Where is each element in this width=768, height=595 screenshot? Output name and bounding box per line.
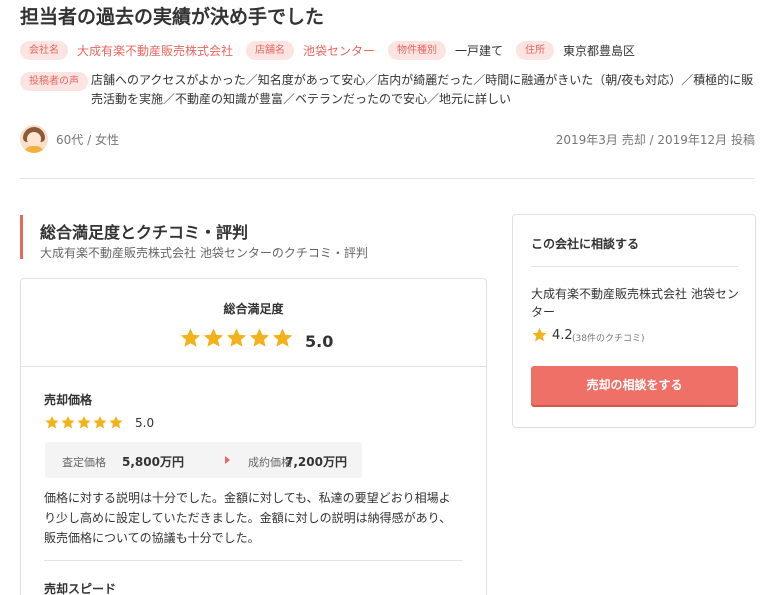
sidebar-company-name[interactable]: 大成有楽不動産販売株式会社 池袋センター xyxy=(531,285,746,321)
section-subtitle: 大成有楽不動産販売株式会社 池袋センターのクチコミ・評判 xyxy=(40,246,368,260)
contract-price-value: 7,200万円 xyxy=(285,455,347,469)
section-accent-bar xyxy=(20,215,23,259)
section-title: 総合満足度とクチコミ・評判 xyxy=(40,223,249,242)
star-icon xyxy=(272,328,293,347)
store-link[interactable]: 池袋センター xyxy=(303,42,375,59)
star-icon xyxy=(203,328,224,347)
star-icon xyxy=(93,415,107,429)
store-tag: 店舗名 xyxy=(246,40,295,60)
sidebar-title: この会社に相談する xyxy=(531,237,640,251)
price-comparison-box: 査定価格 5,800万円 成約価格 7,200万円 xyxy=(45,442,362,478)
posted-date: 2019年3月 売却 / 2019年12月 投稿 xyxy=(555,133,755,147)
avatar xyxy=(20,125,48,153)
poster-voice-tag: 投稿者の声 xyxy=(20,72,88,91)
star-icon xyxy=(532,328,547,342)
star-icon xyxy=(109,415,123,429)
poster-voice-text: 店舗へのアクセスがよかった／知名度があって安心／店内が綺麗だった／時間に融通がき… xyxy=(91,73,754,106)
consult-sale-button[interactable]: 売却の相談をする xyxy=(531,366,738,405)
divider xyxy=(20,178,755,179)
property-type-value: 一戸建て xyxy=(455,43,504,58)
sale-price-star-rating xyxy=(44,415,124,430)
address-tag: 住所 xyxy=(516,40,555,60)
overall-star-rating xyxy=(179,327,294,349)
assessed-price-label: 査定価格 xyxy=(62,456,106,469)
sale-price-description: 価格に対する説明は十分でした。金額に対しても、私達の要望どおり相場より少し高めに… xyxy=(44,491,452,545)
sale-price-score: 5.0 xyxy=(135,416,155,430)
page-title: 担当者の過去の実績が決め手でした xyxy=(20,6,325,28)
company-link[interactable]: 大成有楽不動産販売株式会社 xyxy=(77,42,233,59)
sale-price-title: 売却価格 xyxy=(44,393,93,407)
review-meta-row: 会社名 大成有楽不動産販売株式会社 店舗名 池袋センター 物件種別 一戸建て 住… xyxy=(20,39,648,61)
company-tag: 会社名 xyxy=(20,40,68,60)
divider xyxy=(531,266,738,267)
star-icon xyxy=(180,328,201,347)
star-icon xyxy=(45,415,59,429)
star-icon xyxy=(226,328,247,347)
sidebar-score: 4.2 xyxy=(552,328,573,343)
star-icon xyxy=(77,415,91,429)
property-type-tag: 物件種別 xyxy=(388,40,447,60)
poster-demographic: 60代 / 女性 xyxy=(56,133,119,147)
rating-card: 総合満足度 5.0 売却価格 5.0 査定価格 5,800万円 成約価格 7,2… xyxy=(20,278,487,595)
consult-sidebar: この会社に相談する 大成有楽不動産販売株式会社 池袋センター 4.2 (38件の… xyxy=(512,214,756,428)
star-icon xyxy=(61,415,75,429)
divider xyxy=(44,560,463,561)
address-value: 東京都豊島区 xyxy=(563,43,636,58)
sidebar-review-count: (38件のクチコミ) xyxy=(572,334,645,344)
overall-rating-box: 総合満足度 5.0 xyxy=(21,279,486,367)
arrow-right-icon xyxy=(225,456,230,464)
sale-speed-title: 売却スピード xyxy=(44,582,117,595)
overall-rating-label: 総合満足度 xyxy=(223,302,284,316)
overall-score: 5.0 xyxy=(305,332,334,351)
star-icon xyxy=(249,328,270,347)
assessed-price-value: 5,800万円 xyxy=(122,455,184,469)
